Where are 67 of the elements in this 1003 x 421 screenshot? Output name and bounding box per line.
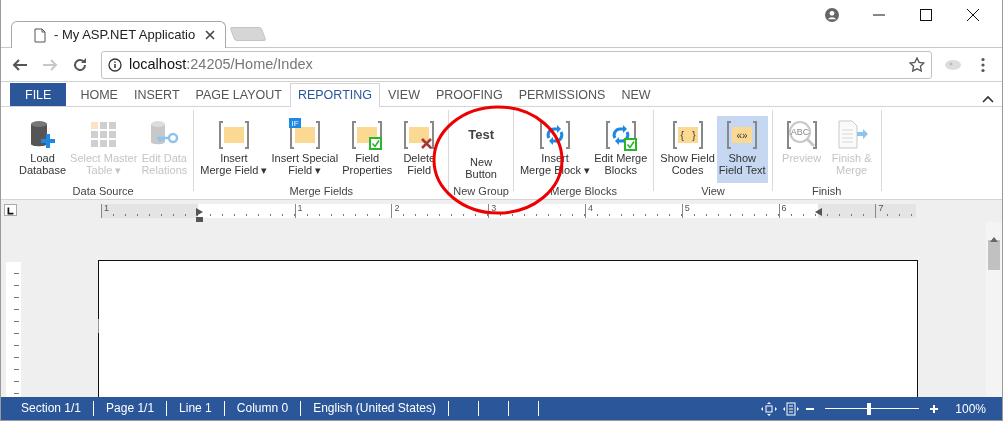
ribbon-button[interactable]: IF Insert Special Field ▾ — [269, 116, 341, 183]
maximize-icon[interactable] — [918, 8, 933, 22]
ribbon-button[interactable]: Insert Merge Field ▾ — [198, 116, 270, 183]
ruler-number: 3 — [491, 203, 497, 213]
ribbon-tab[interactable]: HOME — [72, 83, 126, 106]
test-label: Test — [468, 126, 494, 144]
browser-tab[interactable]: - My ASP.NET Applicatio — [11, 21, 226, 48]
status-text: Column 0 — [224, 401, 302, 416]
close-icon[interactable] — [965, 8, 980, 22]
merge-field-icon — [216, 118, 251, 152]
ruler-number: 5 — [684, 203, 690, 213]
scroll-up-icon[interactable] — [989, 235, 999, 242]
group-label: Finish — [811, 184, 842, 199]
ribbon-button[interactable]: Field Properties — [340, 116, 395, 183]
address-field[interactable]: localhost:24205/Home/Index — [101, 50, 932, 79]
ruler-number: 6 — [781, 203, 787, 213]
ruler-number: 4 — [588, 203, 593, 213]
ribbon-button[interactable]: Test New Button — [456, 116, 507, 183]
scrollbar[interactable] — [986, 222, 1002, 397]
ribbon-button[interactable]: Edit Merge Blocks — [592, 116, 650, 183]
ruler-number: 1 — [104, 203, 109, 213]
ribbon-tab[interactable]: PAGE LAYOUT — [187, 83, 290, 106]
menu-icon[interactable] — [981, 56, 985, 73]
ruler-number: 7 — [878, 203, 884, 213]
scrollbar-thumb[interactable] — [988, 240, 1000, 270]
group-label: Merge Fields — [289, 184, 354, 199]
edit-merge-block-icon — [603, 118, 638, 152]
close-icon[interactable] — [205, 30, 215, 40]
ribbon-tab[interactable]: INSERT — [125, 83, 188, 106]
ribbon-button[interactable]: { } Show Field Codes — [658, 116, 717, 183]
delete-field-icon — [402, 118, 437, 152]
indent-marker-icon[interactable] — [195, 207, 204, 224]
fit-width-icon[interactable] — [783, 401, 800, 416]
fit-page-icon[interactable] — [761, 401, 778, 416]
ruler-number: 1 — [297, 203, 303, 213]
merge-block-icon — [538, 118, 572, 152]
text-cursor — [98, 319, 99, 333]
zoom-in-icon[interactable] — [929, 403, 940, 414]
zoom-level: 100% — [955, 400, 986, 418]
ribbon-tab[interactable]: NEW — [613, 83, 659, 106]
ruler-number: 2 — [394, 203, 400, 213]
collapse-icon[interactable] — [982, 94, 994, 103]
status-text: Page 1/1 — [94, 401, 168, 416]
account-icon[interactable] — [824, 8, 839, 22]
ribbon-tab[interactable]: VIEW — [380, 83, 428, 106]
status-text: Line 1 — [167, 401, 225, 416]
ribbon-button[interactable]: Load Database — [17, 116, 69, 183]
field-properties-icon — [350, 118, 385, 152]
group-label: New Group — [453, 184, 509, 199]
ribbon-button[interactable]: «» Show Field Text — [716, 116, 768, 183]
ribbon-tab[interactable]: REPORTING — [289, 83, 380, 107]
ribbon-button[interactable]: Delete Field — [394, 116, 445, 183]
ribbon-tab[interactable]: PERMISSIONS — [510, 83, 614, 106]
ribbon-tab[interactable]: PROOFING — [427, 83, 511, 106]
info-icon[interactable] — [108, 57, 122, 72]
group-label: Data Source — [72, 184, 134, 199]
tab-title: - My ASP.NET Applicatio — [54, 26, 197, 45]
star-icon[interactable] — [909, 56, 925, 73]
back-icon[interactable] — [12, 56, 28, 73]
status-text: Section 1/1 — [1, 401, 95, 416]
reload-icon[interactable] — [72, 56, 88, 73]
group-label: View — [701, 184, 725, 199]
slider-thumb[interactable] — [867, 402, 872, 415]
tab-type-icon[interactable] — [5, 205, 16, 217]
document-icon — [34, 27, 46, 43]
file-tab[interactable]: FILE — [10, 83, 67, 106]
status-text: English (United States) — [301, 401, 449, 416]
